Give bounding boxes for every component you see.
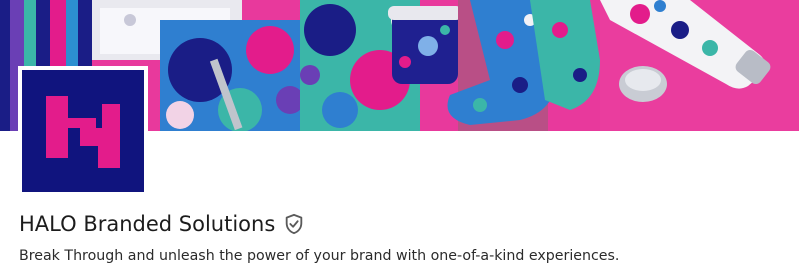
company-name: HALO Branded Solutions	[19, 212, 276, 236]
company-tagline: Break Through and unleash the power of y…	[19, 248, 620, 264]
halo-logo-mark	[46, 96, 120, 168]
company-name-row: HALO Branded Solutions	[19, 212, 305, 236]
company-logo[interactable]	[18, 66, 148, 196]
verified-shield-icon[interactable]	[283, 213, 305, 235]
halo-logo	[22, 70, 144, 192]
